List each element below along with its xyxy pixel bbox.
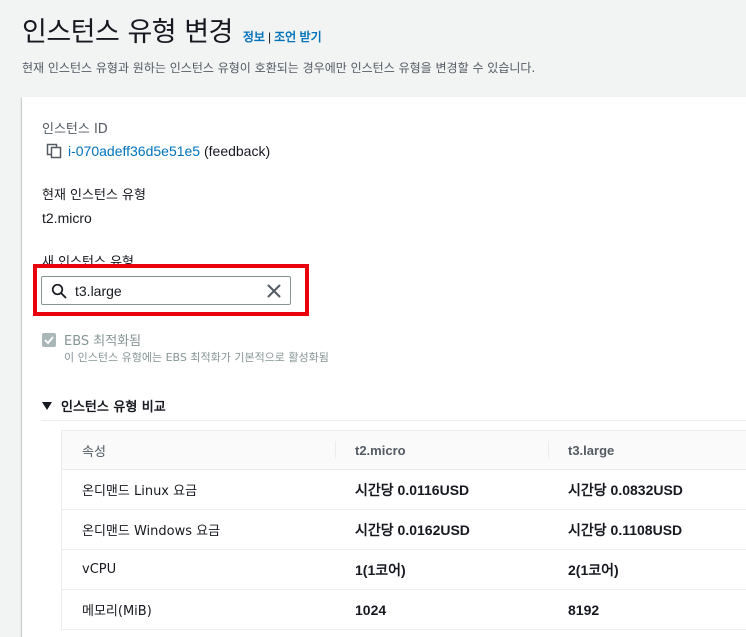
search-icon <box>51 283 67 299</box>
column-header-current: t2.micro <box>335 431 548 470</box>
table-cell: 시간당 0.1108USD <box>548 510 746 550</box>
copy-icon[interactable] <box>46 143 62 159</box>
column-header-attribute: 속성 <box>62 431 336 470</box>
title-row: 인스턴스 유형 변경 정보|조언 받기 <box>22 10 746 49</box>
instance-id-label: 인스턴스 ID <box>42 118 108 137</box>
comparison-title: 인스턴스 유형 비교 <box>61 396 166 415</box>
table-cell: 온디맨드 Windows 요금 <box>62 510 336 550</box>
clear-icon[interactable] <box>266 283 282 299</box>
instance-type-search[interactable] <box>41 276 291 305</box>
table-row: vCPU 1(1코어) 2(1코어) <box>62 550 746 590</box>
table-cell: vCPU <box>62 550 336 590</box>
ebs-optimized-checkbox[interactable] <box>42 333 56 347</box>
current-type-label: 현재 인스턴스 유형 <box>42 184 146 203</box>
table-header-row: 속성 t2.micro t3.large <box>62 431 746 470</box>
instance-name: (feedback) <box>204 143 270 159</box>
instance-id-value: i-070adeff36d5e51e5 (feedback) <box>68 143 270 159</box>
table-cell: 온디맨드 Linux 요금 <box>62 470 336 510</box>
section-divider <box>41 420 746 421</box>
table-cell: 메모리(MiB) <box>62 590 336 630</box>
column-header-new: t3.large <box>548 431 746 470</box>
instance-type-input[interactable] <box>75 280 255 301</box>
table-cell: 1(1코어) <box>335 550 548 590</box>
comparison-expander[interactable]: 인스턴스 유형 비교 <box>41 396 166 415</box>
table-cell: 시간당 0.0832USD <box>548 470 746 510</box>
page-description: 현재 인스턴스 유형과 원하는 인스턴스 유형이 호환되는 경우에만 인스턴스 … <box>22 59 746 76</box>
info-link[interactable]: 정보 <box>243 30 265 44</box>
table-cell: 시간당 0.0116USD <box>335 470 548 510</box>
ebs-optimized-description: 이 인스턴스 유형에는 EBS 최적화가 기본적으로 활성화됨 <box>64 349 329 365</box>
current-type-value: t2.micro <box>42 210 92 226</box>
table-row: 온디맨드 Linux 요금 시간당 0.0116USD 시간당 0.0832US… <box>62 470 746 510</box>
change-instance-type-panel: 인스턴스 ID i-070adeff36d5e51e5 (feedback) 현… <box>22 97 746 637</box>
table-cell: 2(1코어) <box>548 550 746 590</box>
table-cell: 시간당 0.0162USD <box>335 510 548 550</box>
new-type-label: 새 인스턴스 유형 <box>42 251 134 270</box>
instance-id-link[interactable]: i-070adeff36d5e51e5 <box>68 143 200 159</box>
table-cell: 1024 <box>335 590 548 630</box>
table-row: 메모리(MiB) 1024 8192 <box>62 590 746 630</box>
page-title: 인스턴스 유형 변경 <box>22 10 233 49</box>
title-links: 정보|조언 받기 <box>243 28 322 45</box>
table-cell: 8192 <box>548 590 746 630</box>
checkmark-icon <box>44 335 54 345</box>
link-separator: | <box>268 30 271 44</box>
ebs-optimized-label: EBS 최적화됨 <box>64 330 141 349</box>
caret-down-icon <box>41 401 53 411</box>
table-row: 온디맨드 Windows 요금 시간당 0.0162USD 시간당 0.1108… <box>62 510 746 550</box>
page-header: 인스턴스 유형 변경 정보|조언 받기 현재 인스턴스 유형과 원하는 인스턴스… <box>22 10 746 76</box>
comparison-table: 속성 t2.micro t3.large 온디맨드 Linux 요금 시간당 0… <box>61 430 746 630</box>
advice-link[interactable]: 조언 받기 <box>274 30 322 44</box>
